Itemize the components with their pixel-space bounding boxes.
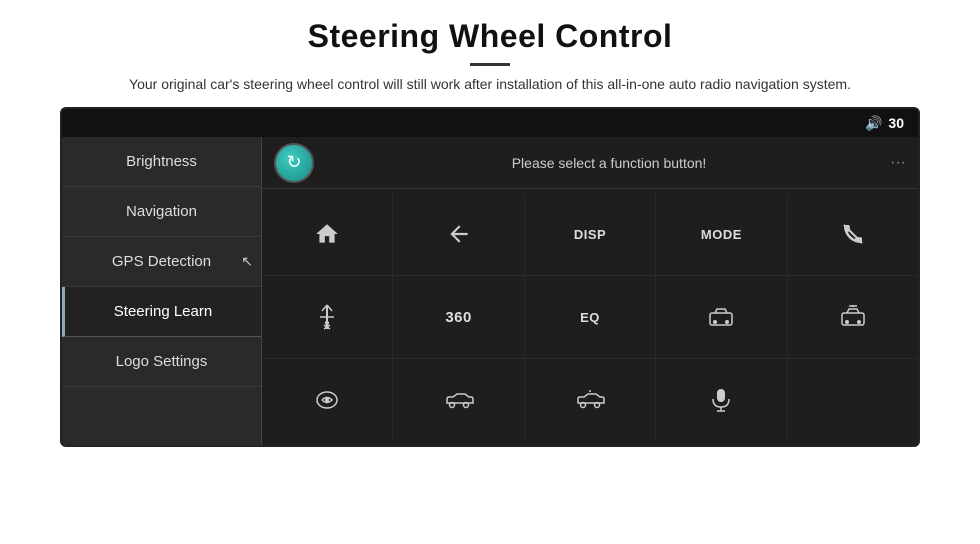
page-header: Steering Wheel Control Your original car…	[0, 0, 980, 107]
button-car-side2[interactable]	[525, 359, 656, 441]
back-icon	[446, 221, 472, 247]
car-side1-icon	[444, 389, 474, 411]
car-cam1-icon	[707, 305, 735, 329]
sidebar-item-brightness[interactable]: Brightness	[62, 137, 261, 187]
button-no-call[interactable]	[788, 193, 918, 275]
grid-row-2: 360 EQ	[262, 276, 918, 359]
button-car-side1[interactable]	[393, 359, 524, 441]
volume-icon: 🔊	[865, 115, 882, 132]
mode-label: MODE	[701, 227, 742, 242]
page-description: Your original car's steering wheel contr…	[60, 74, 920, 95]
volume-value: 30	[888, 115, 904, 131]
mic-icon	[710, 387, 732, 413]
top-bar: 🔊 30	[62, 109, 918, 137]
button-mic[interactable]	[656, 359, 787, 441]
sidebar-item-logo-settings[interactable]: Logo Settings	[62, 337, 261, 387]
button-empty[interactable]	[788, 359, 918, 441]
disp-label: DISP	[574, 227, 606, 242]
button-mode[interactable]: MODE	[656, 193, 787, 275]
button-car-top[interactable]	[262, 359, 393, 441]
eq-label: EQ	[580, 310, 600, 325]
button-home[interactable]	[262, 193, 393, 275]
button-360[interactable]: 360	[393, 276, 524, 358]
button-back[interactable]	[393, 193, 524, 275]
sync-button[interactable]: ↻	[274, 143, 314, 183]
title-divider	[470, 63, 510, 66]
sidebar: Brightness Navigation GPS Detection ↖ St…	[62, 137, 262, 445]
sync-icon: ↻	[286, 152, 301, 173]
antenna-icon	[316, 303, 338, 331]
page-title: Steering Wheel Control	[60, 18, 920, 55]
360-label: 360	[445, 309, 472, 326]
sidebar-item-gps-detection[interactable]: GPS Detection ↖	[62, 237, 261, 287]
car-cam2-icon	[839, 305, 867, 329]
car-top-icon	[314, 387, 340, 413]
car-side2-icon	[575, 389, 605, 411]
sidebar-item-navigation[interactable]: Navigation	[62, 187, 261, 237]
content-top-bar: ↻ Please select a function button! ···	[262, 137, 918, 189]
no-call-icon	[841, 222, 865, 246]
sidebar-item-steering-learn[interactable]: Steering Learn	[62, 287, 261, 337]
button-eq[interactable]: EQ	[525, 276, 656, 358]
grid-row-1: DISP MODE	[262, 193, 918, 276]
device-screen: 🔊 30 Brightness Navigation GPS Detection…	[60, 107, 920, 447]
prompt-text: Please select a function button!	[328, 155, 890, 171]
button-car-cam1[interactable]	[656, 276, 787, 358]
grid-row-3	[262, 359, 918, 441]
button-car-cam2[interactable]	[788, 276, 918, 358]
button-grid: DISP MODE	[262, 189, 918, 445]
button-disp[interactable]: DISP	[525, 193, 656, 275]
home-icon	[314, 221, 340, 247]
content-panel: ↻ Please select a function button! ···	[262, 137, 918, 445]
corner-status-icon: ···	[890, 154, 906, 172]
button-antenna[interactable]	[262, 276, 393, 358]
cursor-icon: ↖	[241, 253, 253, 270]
main-area: Brightness Navigation GPS Detection ↖ St…	[62, 137, 918, 445]
